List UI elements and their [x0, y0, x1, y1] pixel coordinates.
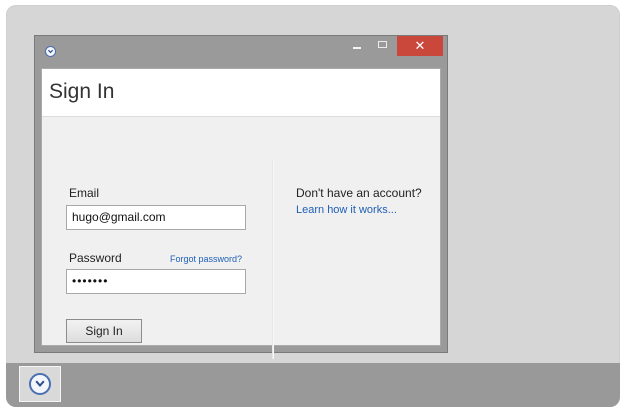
forgot-password-link[interactable]: Forgot password?	[170, 254, 242, 264]
column-divider	[272, 159, 274, 359]
title-bar[interactable]: ✕	[35, 36, 447, 68]
no-account-text: Don't have an account?	[296, 186, 422, 200]
sign-in-button[interactable]: Sign In	[66, 319, 142, 343]
close-icon: ✕	[414, 38, 426, 54]
sign-in-window: ✕ Sign In Email hugo@gmail.com Password …	[34, 35, 448, 359]
page-title: Sign In	[49, 80, 115, 103]
email-field[interactable]: hugo@gmail.com	[66, 205, 246, 230]
password-label: Password	[69, 251, 122, 265]
maximize-button[interactable]	[373, 36, 393, 56]
dialog-header: Sign In	[42, 69, 440, 117]
email-label: Email	[69, 186, 100, 200]
desktop: ✕ Sign In Email hugo@gmail.com Password …	[6, 5, 620, 407]
app-clock-icon[interactable]	[45, 46, 56, 57]
clock-icon	[29, 373, 51, 395]
learn-how-link[interactable]: Learn how it works...	[296, 204, 397, 216]
minimize-button[interactable]	[347, 36, 367, 56]
dialog-content: Sign In Email hugo@gmail.com Password Fo…	[41, 68, 441, 359]
close-button[interactable]: ✕	[397, 36, 443, 56]
taskbar-app-button[interactable]	[19, 366, 61, 402]
password-field[interactable]: •••••••	[66, 269, 246, 294]
taskbar	[6, 363, 620, 407]
